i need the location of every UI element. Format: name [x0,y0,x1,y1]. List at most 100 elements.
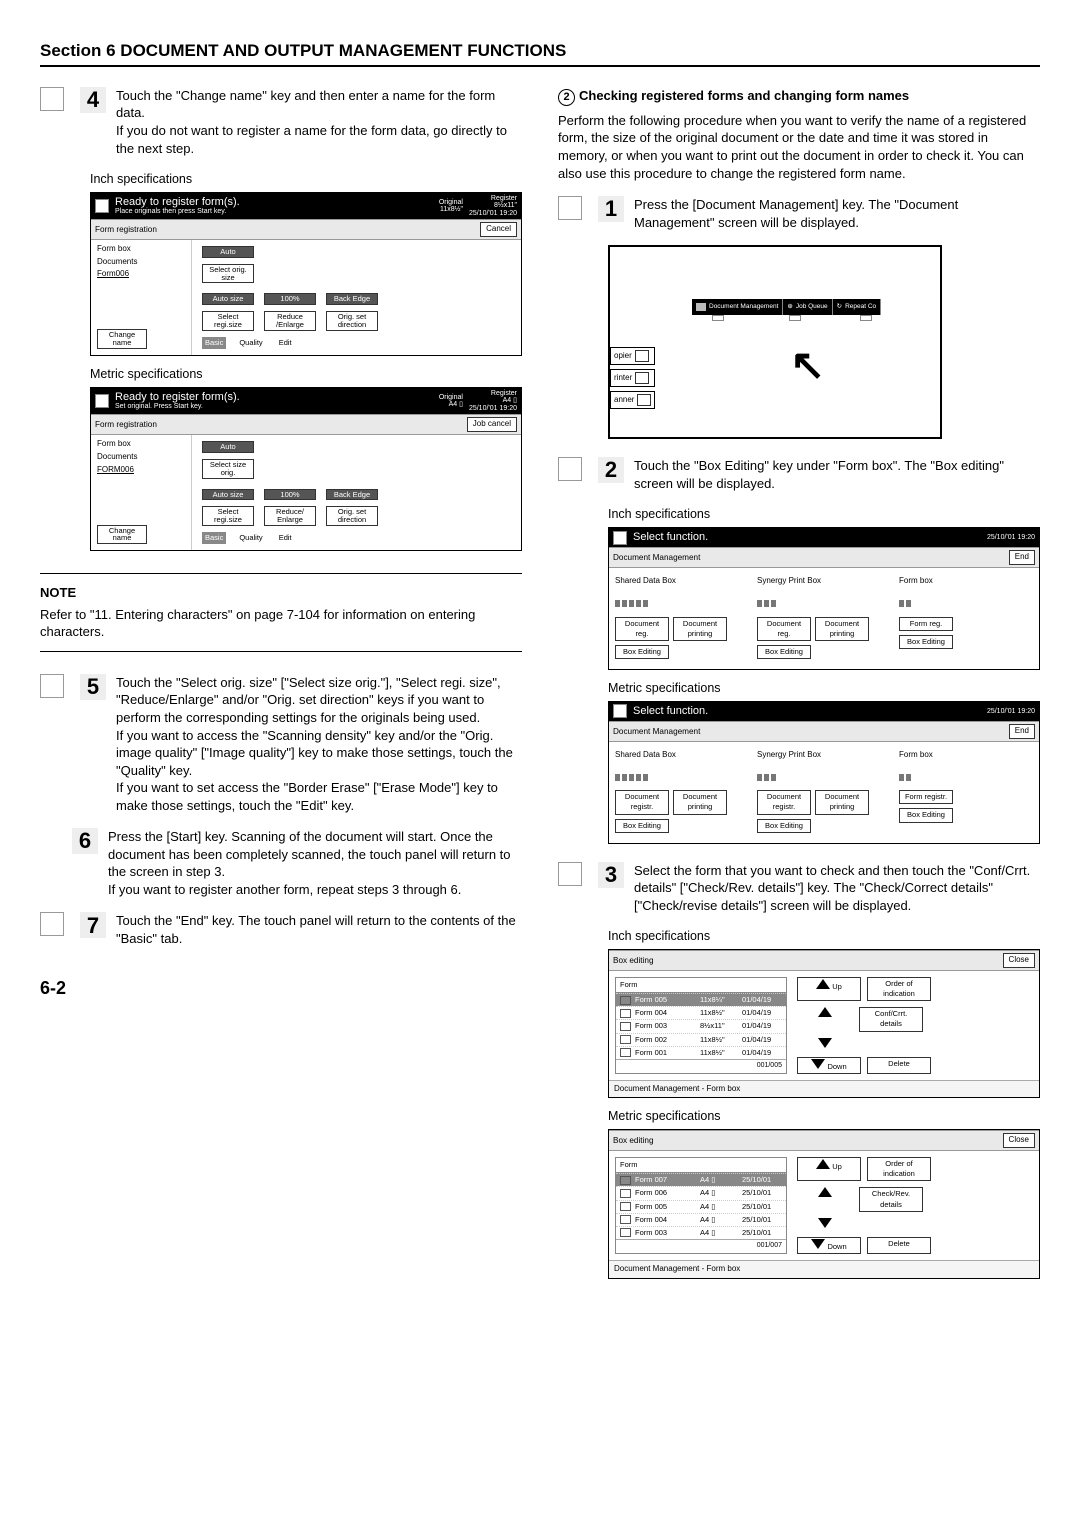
cancel-button[interactable]: Cancel [480,222,517,237]
doc-mgmt-label[interactable]: Document Management [709,303,778,312]
form-name: Form 004 [635,1008,696,1018]
table-row[interactable]: Form 00211x8½"01/04/19 [616,1033,786,1046]
back-edge-button[interactable]: Back Edge [326,489,378,501]
box-editing-button[interactable]: Box Editing [757,645,811,659]
auto-button[interactable]: Auto [202,441,254,453]
hundred-button[interactable]: 100% [264,293,316,305]
box-editing-button[interactable]: Box Editing [615,645,669,659]
box-editing-button[interactable]: Box Editing [757,819,811,833]
tab-quality[interactable]: Quality [236,532,265,544]
auto-size-button[interactable]: Auto size [202,293,254,305]
list-item[interactable]: Form006 [97,269,187,280]
device-screen-register-inch: Ready to register form(s). Place origina… [90,192,522,356]
table-row[interactable]: Form 006A4 ▯25/10/01 [616,1186,786,1199]
box-editing-button[interactable]: Box Editing [899,635,953,649]
label: Down [827,1242,846,1251]
order-button[interactable]: Order of indication [867,1157,931,1181]
table-row[interactable]: Form 007A4 ▯25/10/01 [616,1173,786,1186]
scanner-button[interactable]: anner [610,391,655,409]
triangle-up-icon[interactable] [818,1187,832,1197]
down-button[interactable]: Down [797,1237,861,1254]
end-button[interactable]: End [1009,550,1035,565]
tab-edit[interactable]: Edit [276,337,295,349]
close-button[interactable]: Close [1003,1133,1035,1148]
screen-toolbar: Form registration Cancel [91,219,521,240]
screen-subtitle: Set original. Press Start key. [115,403,433,410]
up-button[interactable]: Up [797,1157,861,1181]
change-name-button[interactable]: Change name [97,525,147,545]
table-row[interactable]: Form 00111x8½"01/04/19 [616,1046,786,1059]
table-row[interactable]: Form 0038½x11"01/04/19 [616,1019,786,1032]
doc-print-button[interactable]: Document printing [673,617,727,641]
tab-doc-mgmt[interactable]: Document Management [613,726,700,737]
tab-basic[interactable]: Basic [202,337,226,349]
job-cancel-button[interactable]: Job cancel [467,417,517,432]
triangle-down-icon[interactable] [818,1218,832,1228]
tab-quality[interactable]: Quality [236,337,265,349]
copier-button[interactable]: opier [610,347,655,365]
orig-set-direction-button[interactable]: Orig. set direction [326,506,378,526]
select-size-orig-button[interactable]: Select size orig. [202,459,254,479]
printer-button[interactable]: rinter [610,369,655,387]
delete-button[interactable]: Delete [867,1057,931,1074]
form-date: 01/04/19 [742,995,782,1005]
conf-crrt-details-button[interactable]: Conf/Crrt. details [859,1007,923,1031]
end-button[interactable]: End [1009,724,1035,739]
change-name-button[interactable]: Change name [97,329,147,349]
select-regi-size-button[interactable]: Select regi.size [202,506,254,526]
up-button[interactable]: Up [797,977,861,1001]
form-reg-button[interactable]: Form reg. [899,617,953,631]
back-edge-button[interactable]: Back Edge [326,293,378,305]
close-button[interactable]: Close [1003,953,1035,968]
select-regi-size-button[interactable]: Select regi.size [202,311,254,331]
section-title: Section 6 DOCUMENT AND OUTPUT MANAGEMENT… [40,40,1040,67]
triangle-up-icon[interactable] [818,1007,832,1017]
tab-doc-mgmt[interactable]: Document Management [613,552,700,563]
box-editing-button[interactable]: Box Editing [615,819,669,833]
select-orig-size-button[interactable]: Select orig. size [202,264,254,284]
table-row[interactable]: Form 00511x8¼"01/04/19 [616,993,786,1006]
reduce-enlarge-button[interactable]: Reduce/ Enlarge [264,506,316,526]
step-6: 6 Press the [Start] key. Scanning of the… [40,828,522,898]
copier-icon [635,350,649,362]
tab-form-registration[interactable]: Form registration [95,224,157,235]
reduce-enlarge-button[interactable]: Reduce /Enlarge [264,311,316,331]
list-item[interactable]: Form box [97,439,187,450]
doc-reg-button[interactable]: Document reg. [615,617,669,641]
triangle-down-icon[interactable] [818,1038,832,1048]
down-button[interactable]: Down [797,1057,861,1074]
doc-print-button[interactable]: Document printing [815,617,869,641]
repeat-copy-label[interactable]: Repeat Co [845,303,876,312]
box-editing-button[interactable]: Box Editing [899,808,953,822]
doc-registr-button[interactable]: Document registr. [757,790,811,814]
check-rev-details-button[interactable]: Check/Rev. details [859,1187,923,1211]
table-row[interactable]: Form 00411x8½"01/04/19 [616,1006,786,1019]
table-row[interactable]: Form 005A4 ▯25/10/01 [616,1200,786,1213]
doc-print-button[interactable]: Document printing [815,790,869,814]
tab-edit[interactable]: Edit [276,532,295,544]
doc-reg-button[interactable]: Document reg. [757,617,811,641]
list-item[interactable]: Documents [97,452,187,463]
auto-size-button[interactable]: Auto size [202,489,254,501]
doc-registr-button[interactable]: Document registr. [615,790,669,814]
info-icon [558,457,582,481]
table-row[interactable]: Form 004A4 ▯25/10/01 [616,1213,786,1226]
hundred-button[interactable]: 100% [264,489,316,501]
orig-set-direction-button[interactable]: Orig. set direction [326,311,378,331]
delete-button[interactable]: Delete [867,1237,931,1254]
order-button[interactable]: Order of indication [867,977,931,1001]
hardware-panel-diagram: Document Management ⊕Job Queue ↻Repeat C… [608,245,942,439]
tab-basic[interactable]: Basic [202,532,226,544]
list-item[interactable]: Documents [97,257,187,268]
spec-label-inch: Inch specifications [608,928,1040,945]
job-queue-label[interactable]: Job Queue [796,303,828,312]
tab-form-registration[interactable]: Form registration [95,419,157,430]
right-column: 2Checking registered forms and changing … [558,87,1040,1279]
doc-print-button[interactable]: Document printing [673,790,727,814]
list-item[interactable]: Form box [97,244,187,255]
table-row[interactable]: Form 003A4 ▯25/10/01 [616,1226,786,1239]
form-registr-button[interactable]: Form registr. [899,790,953,804]
form-name: Form 007 [635,1175,696,1185]
list-item[interactable]: FORM006 [97,465,187,476]
auto-button[interactable]: Auto [202,246,254,258]
